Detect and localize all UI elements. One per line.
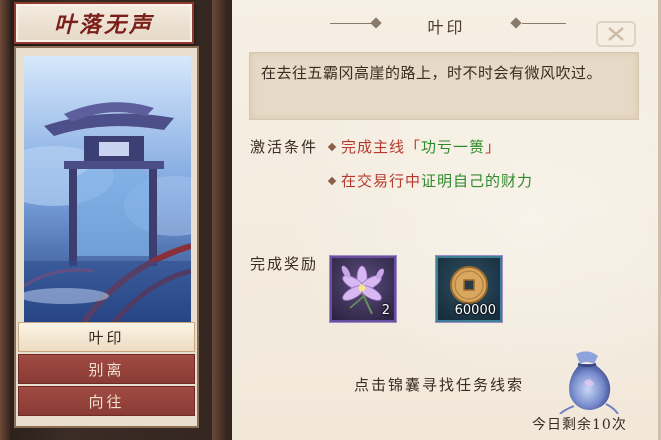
chapter-title-banner: 叶落无声 xyxy=(14,2,194,44)
divider-pillar xyxy=(212,0,226,440)
list-item-yeyin[interactable]: 叶印 xyxy=(18,322,195,352)
pavilion-scene-image xyxy=(24,56,191,322)
description-box: 在去往五霸冈高崖的路上，时不时会有微风吹过。 xyxy=(249,52,639,120)
bullet-icon xyxy=(327,176,337,186)
chapter-title: 叶落无声 xyxy=(53,12,154,38)
remaining-count: 今日剩余10次 xyxy=(532,417,627,433)
list-item-bieli[interactable]: 别离 xyxy=(18,354,195,384)
rewards-label: 完成奖励 xyxy=(250,255,319,273)
conditions-label: 激活条件 xyxy=(250,138,319,156)
reward-count: 60000 xyxy=(454,303,496,318)
close-icon xyxy=(596,21,636,47)
description-text: 在去往五霸冈高崖的路上，时不时会有微风吹过。 xyxy=(261,64,603,82)
clue-pouch-button[interactable] xyxy=(554,348,622,415)
reward-item-coin[interactable]: 60000 xyxy=(436,256,502,322)
condition-1-prefix: 完成主线「 xyxy=(341,138,422,156)
condition-1: 完成主线「功亏一篑」 xyxy=(327,136,502,157)
list-item-label: 叶印 xyxy=(88,328,125,347)
condition-2: 在交易行中证明自己的财力 xyxy=(327,170,534,191)
scene-illustration xyxy=(24,56,191,322)
hint-text: 点击锦囊寻找任务线索 xyxy=(354,376,525,394)
quest-detail-panel: 叶印 在去往五霸冈高崖的路上，时不时会有微风吹过。 激活条件 完成主线「功亏一篑… xyxy=(232,0,661,440)
close-button[interactable] xyxy=(595,20,637,48)
condition-2-goal: 证明自己的财力 xyxy=(421,172,534,190)
silk-pouch-icon xyxy=(559,351,619,415)
reward-item-flower[interactable]: 2 xyxy=(330,256,396,322)
list-item-label: 别离 xyxy=(88,360,125,379)
list-item-label: 向往 xyxy=(88,392,125,411)
chapter-card: 叶印 别离 向往 xyxy=(14,46,199,428)
list-item-xiangwang[interactable]: 向往 xyxy=(18,386,195,416)
condition-1-quest: 功亏一篑 xyxy=(421,138,486,156)
reward-count: 2 xyxy=(381,303,390,318)
header-ornament-right xyxy=(522,23,566,24)
left-pillar xyxy=(0,0,10,440)
condition-2-prefix: 在交易行中 xyxy=(341,172,422,190)
condition-1-suffix: 」 xyxy=(485,138,502,156)
bullet-icon xyxy=(327,142,337,152)
